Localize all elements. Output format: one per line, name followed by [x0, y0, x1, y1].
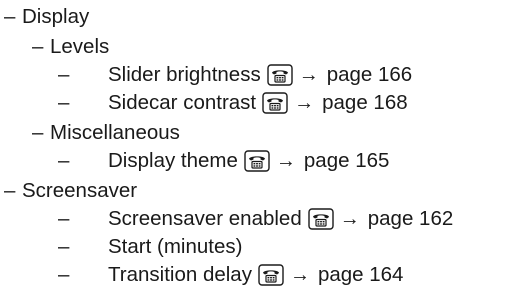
- dash-marker: –: [58, 149, 70, 172]
- phone-icon: [258, 264, 284, 286]
- phone-icon: [244, 150, 270, 172]
- arrow-icon: →: [339, 208, 360, 230]
- item-label: Screensaver: [22, 179, 138, 202]
- dash-marker: –: [58, 91, 70, 114]
- outline-item-transition-delay: – Transition delay → page 164: [0, 260, 403, 290]
- page-reference-link[interactable]: page 162: [368, 204, 454, 234]
- outline-item-start-minutes: – Start (minutes): [0, 232, 242, 262]
- phone-icon: [308, 208, 334, 230]
- arrow-icon: →: [294, 92, 315, 114]
- item-label: Levels: [50, 35, 110, 58]
- item-label: Display theme: [108, 149, 238, 172]
- dash-marker: –: [32, 35, 44, 58]
- page-reference-link[interactable]: page 168: [322, 88, 408, 118]
- item-label: Slider brightness: [108, 63, 261, 86]
- settings-outline: – Display – Levels – Slider brightness →…: [0, 0, 506, 292]
- page-reference-link[interactable]: page 164: [318, 260, 404, 290]
- dash-marker: –: [32, 121, 44, 144]
- arrow-icon: →: [275, 150, 296, 172]
- outline-item-levels: – Levels: [0, 32, 109, 62]
- page-reference-link[interactable]: page 166: [327, 60, 413, 90]
- item-label: Sidecar contrast: [108, 91, 257, 114]
- item-label: Start (minutes): [108, 235, 243, 258]
- item-label: Screensaver enabled: [108, 207, 302, 230]
- dash-marker: –: [4, 179, 16, 202]
- outline-item-display-theme: – Display theme → page 165: [0, 146, 389, 176]
- phone-icon: [262, 92, 288, 114]
- outline-item-sidecar-contrast: – Sidecar contrast → page 168: [0, 88, 408, 118]
- outline-item-display: – Display: [0, 2, 89, 32]
- item-label: Transition delay: [108, 263, 252, 286]
- item-label: Miscellaneous: [50, 121, 180, 144]
- outline-item-miscellaneous: – Miscellaneous: [0, 118, 180, 148]
- dash-marker: –: [58, 63, 70, 86]
- outline-item-slider-brightness: – Slider brightness → page 166: [0, 60, 412, 90]
- dash-marker: –: [58, 235, 70, 258]
- dash-marker: –: [58, 207, 70, 230]
- dash-marker: –: [4, 5, 16, 28]
- outline-item-screensaver: – Screensaver: [0, 176, 137, 206]
- page-reference-link[interactable]: page 165: [304, 146, 390, 176]
- item-label: Display: [22, 5, 90, 28]
- phone-icon: [267, 64, 293, 86]
- arrow-icon: →: [298, 64, 319, 86]
- arrow-icon: →: [289, 264, 310, 286]
- outline-item-screensaver-enabled: – Screensaver enabled → page 162: [0, 204, 453, 234]
- dash-marker: –: [58, 263, 70, 286]
